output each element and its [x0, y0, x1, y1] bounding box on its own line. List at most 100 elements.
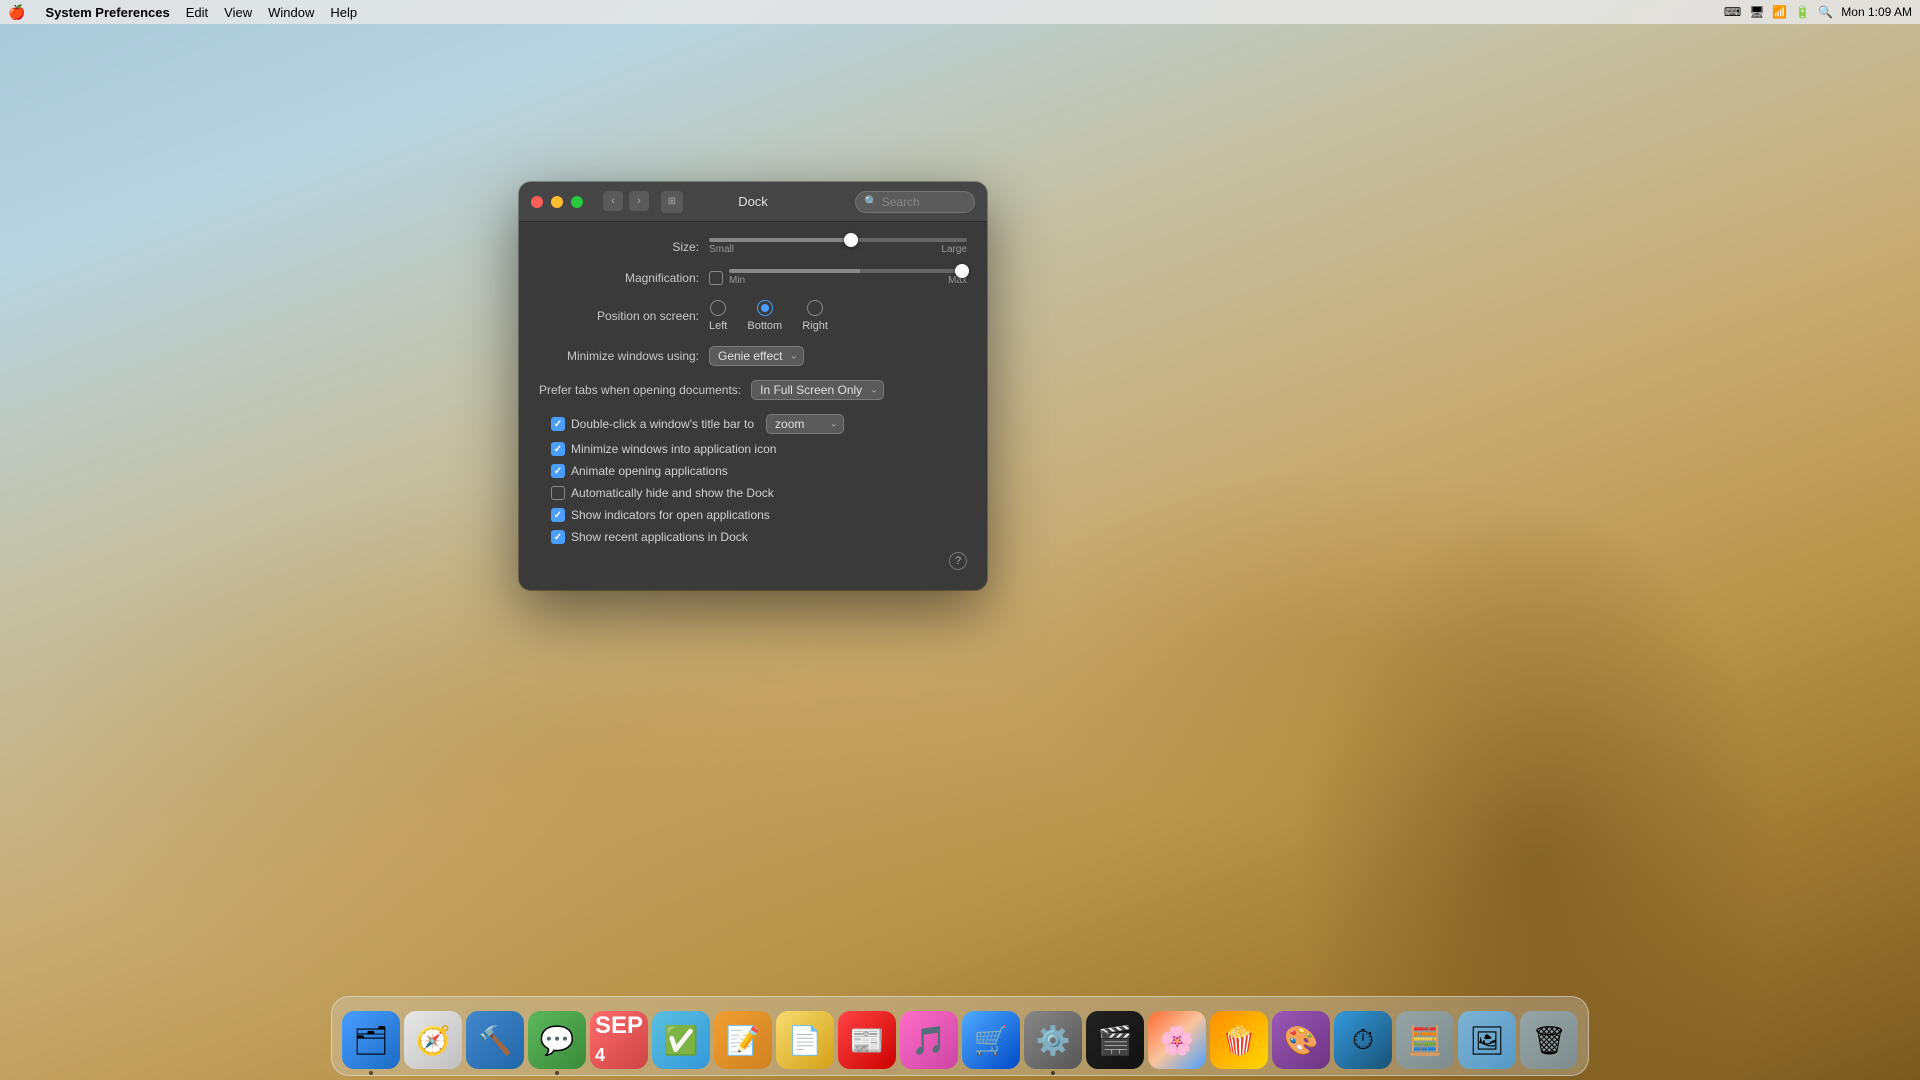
indicators-checkbox[interactable]: ✓	[551, 508, 565, 522]
tabs-row: Prefer tabs when opening documents: In F…	[539, 380, 967, 400]
position-left-label: Left	[709, 320, 727, 332]
window-title: Dock	[738, 194, 768, 209]
tabs-control: In Full Screen Only Always Never	[751, 380, 967, 400]
position-right-radio[interactable]	[807, 300, 823, 316]
position-row: Position on screen: Left Bottom	[539, 300, 967, 332]
menubar-window[interactable]: Window	[268, 5, 314, 20]
keyboard-icon: ⌨	[1724, 5, 1741, 19]
tabs-select[interactable]: In Full Screen Only Always Never	[751, 380, 884, 400]
dock-item-safari[interactable]: 🧭	[404, 1011, 462, 1069]
minimize-control: Genie effect Scale effect	[709, 346, 967, 366]
position-label: Position on screen:	[539, 309, 709, 323]
position-right-label: Right	[802, 320, 828, 332]
dock-item-appstore[interactable]: 🛒	[962, 1011, 1020, 1069]
menubar-app-name[interactable]: System Preferences	[45, 5, 169, 20]
dock-preferences-window: ‹ › ⊞ Dock 🔍 Search Size:	[519, 182, 987, 590]
menubar-edit[interactable]: Edit	[186, 5, 208, 20]
minimize-icon-checkbox[interactable]: ✓	[551, 442, 565, 456]
checkbox-row-recent: ✓ Show recent applications in Dock	[551, 530, 967, 544]
menubar-view[interactable]: View	[224, 5, 252, 20]
dock-item-timing[interactable]: ⏱	[1334, 1011, 1392, 1069]
forward-button[interactable]: ›	[629, 191, 649, 211]
dock-item-photos[interactable]: 🌸	[1148, 1011, 1206, 1069]
size-row: Size: Small Large	[539, 238, 967, 255]
position-radio-group: Left Bottom Right	[709, 300, 828, 332]
recent-label: Show recent applications in Dock	[571, 530, 748, 544]
magnification-control: Min Max	[709, 269, 967, 286]
dock-item-messages[interactable]: 💬	[528, 1011, 586, 1069]
menubar-help[interactable]: Help	[330, 5, 357, 20]
mag-slider-thumb[interactable]	[955, 264, 969, 278]
check-icon-4: ✓	[554, 510, 562, 521]
checkbox-row-autohide: Automatically hide and show the Dock	[551, 486, 967, 500]
minimize-icon-label: Minimize windows into application icon	[571, 442, 776, 456]
mag-slider-labels: Min Max	[729, 275, 967, 286]
search-menubar-icon[interactable]: 🔍	[1818, 5, 1833, 19]
dock-item-sysprefs[interactable]: ⚙️	[1024, 1011, 1082, 1069]
checkboxes-section: ✓ Double-click a window's title bar to z…	[539, 414, 967, 544]
dock-item-news[interactable]: 📰	[838, 1011, 896, 1069]
position-bottom-radio[interactable]	[757, 300, 773, 316]
window-content: Size: Small Large Magnification:	[519, 222, 987, 590]
checkbox-row-minimize-icon: ✓ Minimize windows into application icon	[551, 442, 967, 456]
desktop: 🍎 System Preferences Edit View Window He…	[0, 0, 1920, 1080]
wifi-icon: 📶	[1772, 5, 1787, 19]
minimize-select-wrapper: Genie effect Scale effect	[709, 346, 804, 366]
dock-item-finalcut[interactable]: 🎬	[1086, 1011, 1144, 1069]
all-prefs-button[interactable]: ⊞	[661, 191, 683, 213]
window-nav: ‹ › ⊞	[603, 191, 683, 213]
dock-item-popcorn[interactable]: 🍿	[1210, 1011, 1268, 1069]
size-slider-track	[709, 238, 967, 242]
magnification-checkbox[interactable]	[709, 271, 723, 285]
search-input[interactable]: Search	[882, 195, 920, 209]
dock-item-preview[interactable]: 🖼	[1458, 1011, 1516, 1069]
tabs-select-wrapper: In Full Screen Only Always Never	[751, 380, 884, 400]
size-slider-thumb[interactable]	[844, 233, 858, 247]
mag-slider-container: Min Max	[729, 269, 967, 286]
minimize-select[interactable]: Genie effect Scale effect	[709, 346, 804, 366]
minimize-button[interactable]	[551, 196, 563, 208]
check-icon: ✓	[554, 419, 562, 430]
close-button[interactable]	[531, 196, 543, 208]
size-slider-labels: Small Large	[709, 244, 967, 255]
position-bottom[interactable]: Bottom	[747, 300, 782, 332]
maximize-button[interactable]	[571, 196, 583, 208]
help-button[interactable]: ?	[949, 552, 967, 570]
dock-item-affinity[interactable]: 🎨	[1272, 1011, 1330, 1069]
dock-item-finder[interactable]: 🗂	[342, 1011, 400, 1069]
checkbox-row-animate: ✓ Animate opening applications	[551, 464, 967, 478]
back-button[interactable]: ‹	[603, 191, 623, 211]
zoom-select[interactable]: zoom minimize	[766, 414, 844, 434]
minimize-row: Minimize windows using: Genie effect Sca…	[539, 346, 967, 366]
minimize-label: Minimize windows using:	[539, 349, 709, 363]
check-icon-2: ✓	[554, 444, 562, 455]
clock: Mon 1:09 AM	[1841, 5, 1912, 19]
autohide-label: Automatically hide and show the Dock	[571, 486, 774, 500]
dock-item-calendar[interactable]: SEP4	[590, 1011, 648, 1069]
double-click-checkbox[interactable]: ✓	[551, 417, 565, 431]
autohide-checkbox[interactable]	[551, 486, 565, 500]
animate-checkbox[interactable]: ✓	[551, 464, 565, 478]
checkbox-row-indicators: ✓ Show indicators for open applications	[551, 508, 967, 522]
position-right[interactable]: Right	[802, 300, 828, 332]
dock-item-stickies[interactable]: 📄	[776, 1011, 834, 1069]
dock: 🗂 🧭 🔨 💬 SEP4 ✅ 📝 📄 📰 🎵	[331, 996, 1589, 1076]
search-box[interactable]: 🔍 Search	[855, 191, 975, 213]
position-left[interactable]: Left	[709, 300, 727, 332]
zoom-select-wrapper: zoom minimize	[766, 414, 844, 434]
dock-item-itunes[interactable]: 🎵	[900, 1011, 958, 1069]
apple-menu[interactable]: 🍎	[8, 4, 25, 21]
menubar: 🍎 System Preferences Edit View Window He…	[0, 0, 1920, 24]
position-control: Left Bottom Right	[709, 300, 967, 332]
menubar-right: ⌨ 🖥 📶 🔋 🔍 Mon 1:09 AM	[1724, 5, 1912, 19]
position-left-radio[interactable]	[710, 300, 726, 316]
dock-item-calculator[interactable]: 🧮	[1396, 1011, 1454, 1069]
magnification-label: Magnification:	[539, 271, 709, 285]
dock-item-trash[interactable]: 🗑	[1520, 1011, 1578, 1069]
check-icon-3: ✓	[554, 466, 562, 477]
indicators-label: Show indicators for open applications	[571, 508, 770, 522]
dock-item-sublime[interactable]: 📝	[714, 1011, 772, 1069]
dock-item-omnifocus[interactable]: ✅	[652, 1011, 710, 1069]
dock-item-xcode[interactable]: 🔨	[466, 1011, 524, 1069]
recent-checkbox[interactable]: ✓	[551, 530, 565, 544]
